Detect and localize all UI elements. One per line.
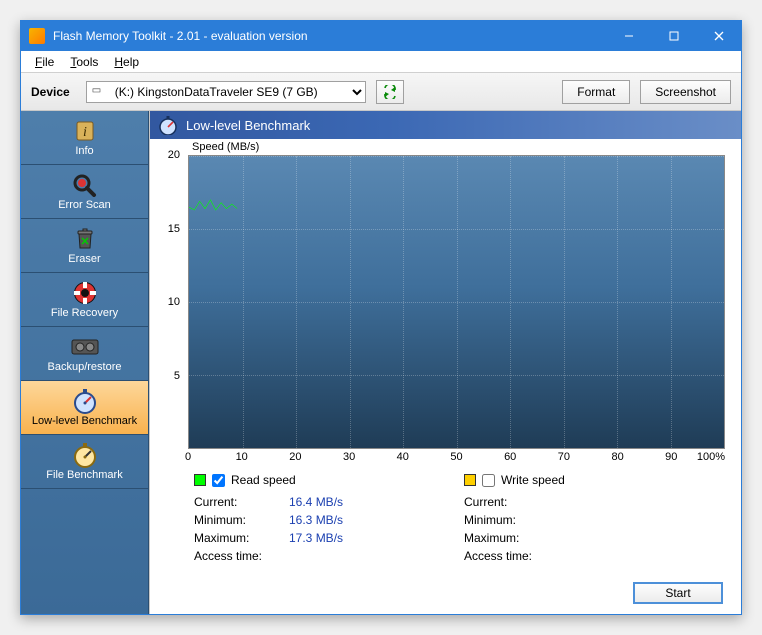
stopwatch-icon xyxy=(158,115,178,135)
maximize-button[interactable] xyxy=(651,21,696,51)
legend-write: Write speed xyxy=(464,473,694,487)
x-tick: 100% xyxy=(697,451,725,463)
y-tick: 5 xyxy=(174,370,180,382)
x-tick: 90 xyxy=(665,451,677,463)
label-minimum: Minimum: xyxy=(194,513,289,527)
sidebar-item-eraser[interactable]: Eraser xyxy=(21,219,148,273)
format-button[interactable]: Format xyxy=(562,80,630,104)
y-tick: 20 xyxy=(168,149,180,161)
x-tick: 10 xyxy=(236,451,248,463)
chart-ylabel: Speed (MB/s) xyxy=(192,141,259,153)
menubar: File Tools Help xyxy=(21,51,741,73)
refresh-button[interactable] xyxy=(376,80,404,104)
x-tick: 70 xyxy=(558,451,570,463)
label-access: Access time: xyxy=(464,549,559,563)
refresh-icon xyxy=(382,85,398,99)
sidebar-item-label: Backup/restore xyxy=(48,361,122,373)
x-tick: 50 xyxy=(450,451,462,463)
toolbar: Device ▭ (K:) KingstonDataTraveler SE9 (… xyxy=(21,73,741,111)
sidebar-item-backup-restore[interactable]: Backup/restore xyxy=(21,327,148,381)
sidebar-item-error-scan[interactable]: Error Scan xyxy=(21,165,148,219)
app-window: Flash Memory Toolkit - 2.01 - evaluation… xyxy=(20,20,742,615)
y-tick: 10 xyxy=(168,296,180,308)
sidebar-item-label: Error Scan xyxy=(58,199,111,211)
sidebar-item-label: Eraser xyxy=(68,253,100,265)
legend-row: Read speed Write speed xyxy=(150,469,741,491)
panel-header: Low-level Benchmark xyxy=(150,111,741,139)
sidebar-item-label: Low-level Benchmark xyxy=(32,415,137,427)
window-title: Flash Memory Toolkit - 2.01 - evaluation… xyxy=(53,29,606,43)
label-current: Current: xyxy=(194,495,289,509)
stats-write: Current: Minimum: Maximum: Access time: xyxy=(464,493,694,565)
minimize-icon xyxy=(624,31,634,41)
read-swatch-icon xyxy=(194,474,206,486)
stopwatch-gold-icon xyxy=(70,443,100,467)
value-read-minimum: 16.3 MB/s xyxy=(289,513,343,527)
close-button[interactable] xyxy=(696,21,741,51)
chart-area: Speed (MB/s) 5 10 15 20 0 10 20 30 40 50 60 70 80 90… xyxy=(150,139,741,469)
stats-read: Current:16.4 MB/s Minimum:16.3 MB/s Maxi… xyxy=(194,493,424,565)
svg-text:i: i xyxy=(83,125,87,140)
device-select[interactable]: (K:) KingstonDataTraveler SE9 (7 GB) xyxy=(86,81,366,103)
value-read-current: 16.4 MB/s xyxy=(289,495,343,509)
label-maximum: Maximum: xyxy=(194,531,289,545)
menu-help[interactable]: Help xyxy=(106,53,147,71)
trash-icon xyxy=(70,227,100,251)
legend-read-label: Read speed xyxy=(231,473,296,487)
write-checkbox[interactable] xyxy=(482,474,495,487)
x-tick: 40 xyxy=(397,451,409,463)
x-tick: 20 xyxy=(289,451,301,463)
sidebar-item-info[interactable]: i Info xyxy=(21,111,148,165)
close-icon xyxy=(714,31,724,41)
stopwatch-icon xyxy=(70,389,100,413)
sidebar: i Info Error Scan Eraser File xyxy=(21,111,149,614)
read-checkbox[interactable] xyxy=(212,474,225,487)
y-tick: 15 xyxy=(168,223,180,235)
sidebar-item-file-recovery[interactable]: File Recovery xyxy=(21,273,148,327)
write-swatch-icon xyxy=(464,474,476,486)
speed-chart xyxy=(188,155,725,449)
sidebar-item-label: File Recovery xyxy=(51,307,118,319)
label-current: Current: xyxy=(464,495,559,509)
stats: Current:16.4 MB/s Minimum:16.3 MB/s Maxi… xyxy=(150,491,741,573)
maximize-icon xyxy=(669,31,679,41)
sidebar-item-label: File Benchmark xyxy=(46,469,122,481)
x-tick: 0 xyxy=(185,451,191,463)
x-tick: 60 xyxy=(504,451,516,463)
x-tick: 80 xyxy=(611,451,623,463)
app-icon xyxy=(29,28,45,44)
menu-tools[interactable]: Tools xyxy=(62,53,106,71)
info-icon: i xyxy=(70,119,100,143)
main-panel: Low-level Benchmark Speed (MB/s) 5 10 15 20… xyxy=(149,111,741,614)
value-read-maximum: 17.3 MB/s xyxy=(289,531,343,545)
legend-write-label: Write speed xyxy=(501,473,565,487)
sidebar-item-low-level-benchmark[interactable]: Low-level Benchmark xyxy=(21,381,148,435)
tape-icon xyxy=(70,335,100,359)
label-maximum: Maximum: xyxy=(464,531,559,545)
sidebar-item-file-benchmark[interactable]: File Benchmark xyxy=(21,435,148,489)
minimize-button[interactable] xyxy=(606,21,651,51)
label-access: Access time: xyxy=(194,549,289,563)
menu-file[interactable]: File xyxy=(27,53,62,71)
lifebuoy-icon xyxy=(70,281,100,305)
magnifier-icon xyxy=(70,173,100,197)
x-tick: 30 xyxy=(343,451,355,463)
panel-title: Low-level Benchmark xyxy=(186,118,310,133)
label-minimum: Minimum: xyxy=(464,513,559,527)
device-label: Device xyxy=(31,85,70,99)
titlebar[interactable]: Flash Memory Toolkit - 2.01 - evaluation… xyxy=(21,21,741,51)
sidebar-item-label: Info xyxy=(75,145,93,157)
legend-read: Read speed xyxy=(194,473,424,487)
start-button[interactable]: Start xyxy=(633,582,723,604)
screenshot-button[interactable]: Screenshot xyxy=(640,80,731,104)
